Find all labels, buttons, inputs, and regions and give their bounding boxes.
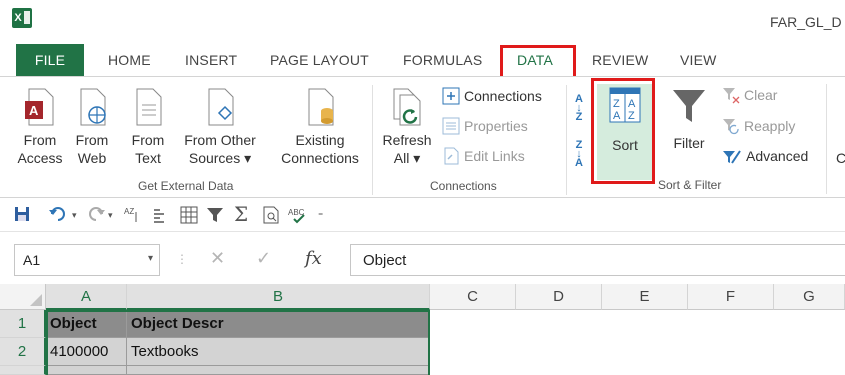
group-label-connections: Connections: [430, 179, 497, 193]
formula-bar-grip-icon: ⋮: [176, 252, 188, 266]
tab-formulas[interactable]: FORMULAS: [403, 52, 482, 68]
access-database-icon: A: [25, 88, 54, 126]
advanced-filter-icon: [723, 150, 741, 164]
other-sources-icon: [208, 88, 234, 126]
group-separator: [372, 85, 373, 195]
row-header-1[interactable]: 1: [0, 310, 46, 338]
cell-b1[interactable]: Object Descr: [127, 310, 430, 338]
column-header-b[interactable]: B: [127, 284, 430, 310]
undo-dropdown-icon[interactable]: ▾: [72, 210, 77, 221]
spelling-check-icon[interactable]: ABC: [288, 206, 308, 224]
name-box-dropdown-icon[interactable]: ▾: [148, 253, 153, 264]
group-label-get-external-data: Get External Data: [138, 179, 234, 193]
row-header-2[interactable]: 2: [0, 338, 46, 366]
reapply-button[interactable]: Reapply: [722, 117, 795, 135]
column-header-c[interactable]: C: [430, 284, 516, 310]
sort-z-to-a-button[interactable]: Z↓A: [573, 139, 585, 166]
group-separator: [566, 85, 567, 195]
column-header-g[interactable]: G: [774, 284, 845, 310]
filter-button[interactable]: Filter: [666, 86, 712, 151]
connections-icon: [442, 87, 460, 105]
refresh-all-button[interactable]: Refresh All ▾: [378, 87, 436, 167]
funnel-icon: [673, 90, 705, 122]
excel-app-icon[interactable]: X: [12, 8, 32, 28]
redo-icon[interactable]: [84, 206, 106, 222]
enter-icon[interactable]: ✓: [256, 248, 271, 269]
edit-links-button[interactable]: Edit Links: [442, 147, 525, 165]
tab-home[interactable]: HOME: [108, 52, 151, 68]
column-header-e[interactable]: E: [602, 284, 688, 310]
sort-za-icon: Z↓A: [573, 139, 585, 166]
sort-a-to-z-button[interactable]: A↓Z: [573, 93, 585, 120]
row-header-3[interactable]: [0, 366, 46, 375]
column-header-d[interactable]: D: [516, 284, 602, 310]
sort-ascending-icon[interactable]: AZ: [124, 206, 142, 224]
connections-button[interactable]: Connections: [442, 87, 542, 105]
select-all-corner[interactable]: [0, 284, 46, 310]
next-group-partial[interactable]: C: [836, 150, 845, 166]
reapply-icon: [723, 119, 739, 135]
edit-links-icon: [444, 147, 459, 165]
properties-button[interactable]: Properties: [442, 117, 528, 135]
quick-access-toolbar: ▾ ▾ AZ Σ ABC ₌: [0, 198, 845, 232]
advanced-filter-button[interactable]: Advanced: [722, 147, 808, 165]
group-label-sort-filter: Sort & Filter: [658, 178, 722, 192]
column-header-f[interactable]: F: [688, 284, 774, 310]
sort-button-callout: [591, 78, 655, 184]
document-title: FAR_GL_D: [770, 14, 842, 30]
refresh-icon: [393, 88, 421, 126]
column-header-a[interactable]: A: [46, 284, 127, 310]
cell-a2[interactable]: 4100000: [46, 338, 127, 366]
group-separator: [826, 84, 827, 194]
existing-connections-icon: [308, 88, 334, 126]
sort-az-icon: A↓Z: [573, 93, 585, 120]
from-other-sources-button[interactable]: From Other Sources ▾: [176, 87, 264, 167]
from-web-button[interactable]: From Web: [72, 87, 112, 167]
formula-input[interactable]: Object: [350, 244, 845, 276]
title-bar: X FAR_GL_D: [0, 0, 845, 44]
customize-qat-icon[interactable]: ₌: [318, 208, 323, 219]
svg-text:A: A: [29, 103, 39, 118]
cell-a3[interactable]: [46, 366, 127, 375]
text-file-icon: [136, 88, 162, 126]
web-page-icon: [80, 88, 106, 126]
clear-filter-button[interactable]: Clear: [722, 86, 777, 104]
tab-file[interactable]: FILE: [16, 44, 84, 76]
svg-text:AZ: AZ: [124, 207, 134, 216]
worksheet-grid: A B C D E F G 1 Object Object Descr 2 41…: [0, 284, 845, 375]
ribbon-tabs: FILE HOME INSERT PAGE LAYOUT FORMULAS DA…: [0, 44, 845, 76]
properties-icon: [442, 117, 460, 135]
name-box[interactable]: A1 ▾: [14, 244, 160, 276]
cell-b3[interactable]: [127, 366, 430, 375]
tab-review[interactable]: REVIEW: [592, 52, 648, 68]
tab-insert[interactable]: INSERT: [185, 52, 237, 68]
text-align-icon[interactable]: [152, 206, 170, 224]
insert-function-icon[interactable]: fx: [305, 248, 322, 269]
from-access-button[interactable]: A From Access: [16, 87, 64, 167]
autosum-icon[interactable]: Σ: [234, 202, 248, 226]
cancel-icon[interactable]: ✕: [210, 248, 225, 269]
filter-icon[interactable]: [206, 206, 224, 224]
grid-icon[interactable]: [180, 206, 198, 224]
cell-b2[interactable]: Textbooks: [127, 338, 430, 366]
tab-page-layout[interactable]: PAGE LAYOUT: [270, 52, 369, 68]
cell-a1[interactable]: Object: [46, 310, 127, 338]
print-preview-icon[interactable]: [262, 206, 280, 224]
undo-icon[interactable]: [48, 206, 70, 222]
existing-connections-button[interactable]: Existing Connections: [272, 87, 368, 167]
tab-view[interactable]: VIEW: [680, 52, 717, 68]
from-text-button[interactable]: From Text: [128, 87, 168, 167]
save-icon[interactable]: [14, 206, 30, 222]
redo-dropdown-icon[interactable]: ▾: [108, 210, 113, 221]
formula-bar: A1 ▾ ⋮ ✕ ✓ fx Object: [0, 240, 845, 280]
clear-filter-icon: [723, 88, 740, 104]
